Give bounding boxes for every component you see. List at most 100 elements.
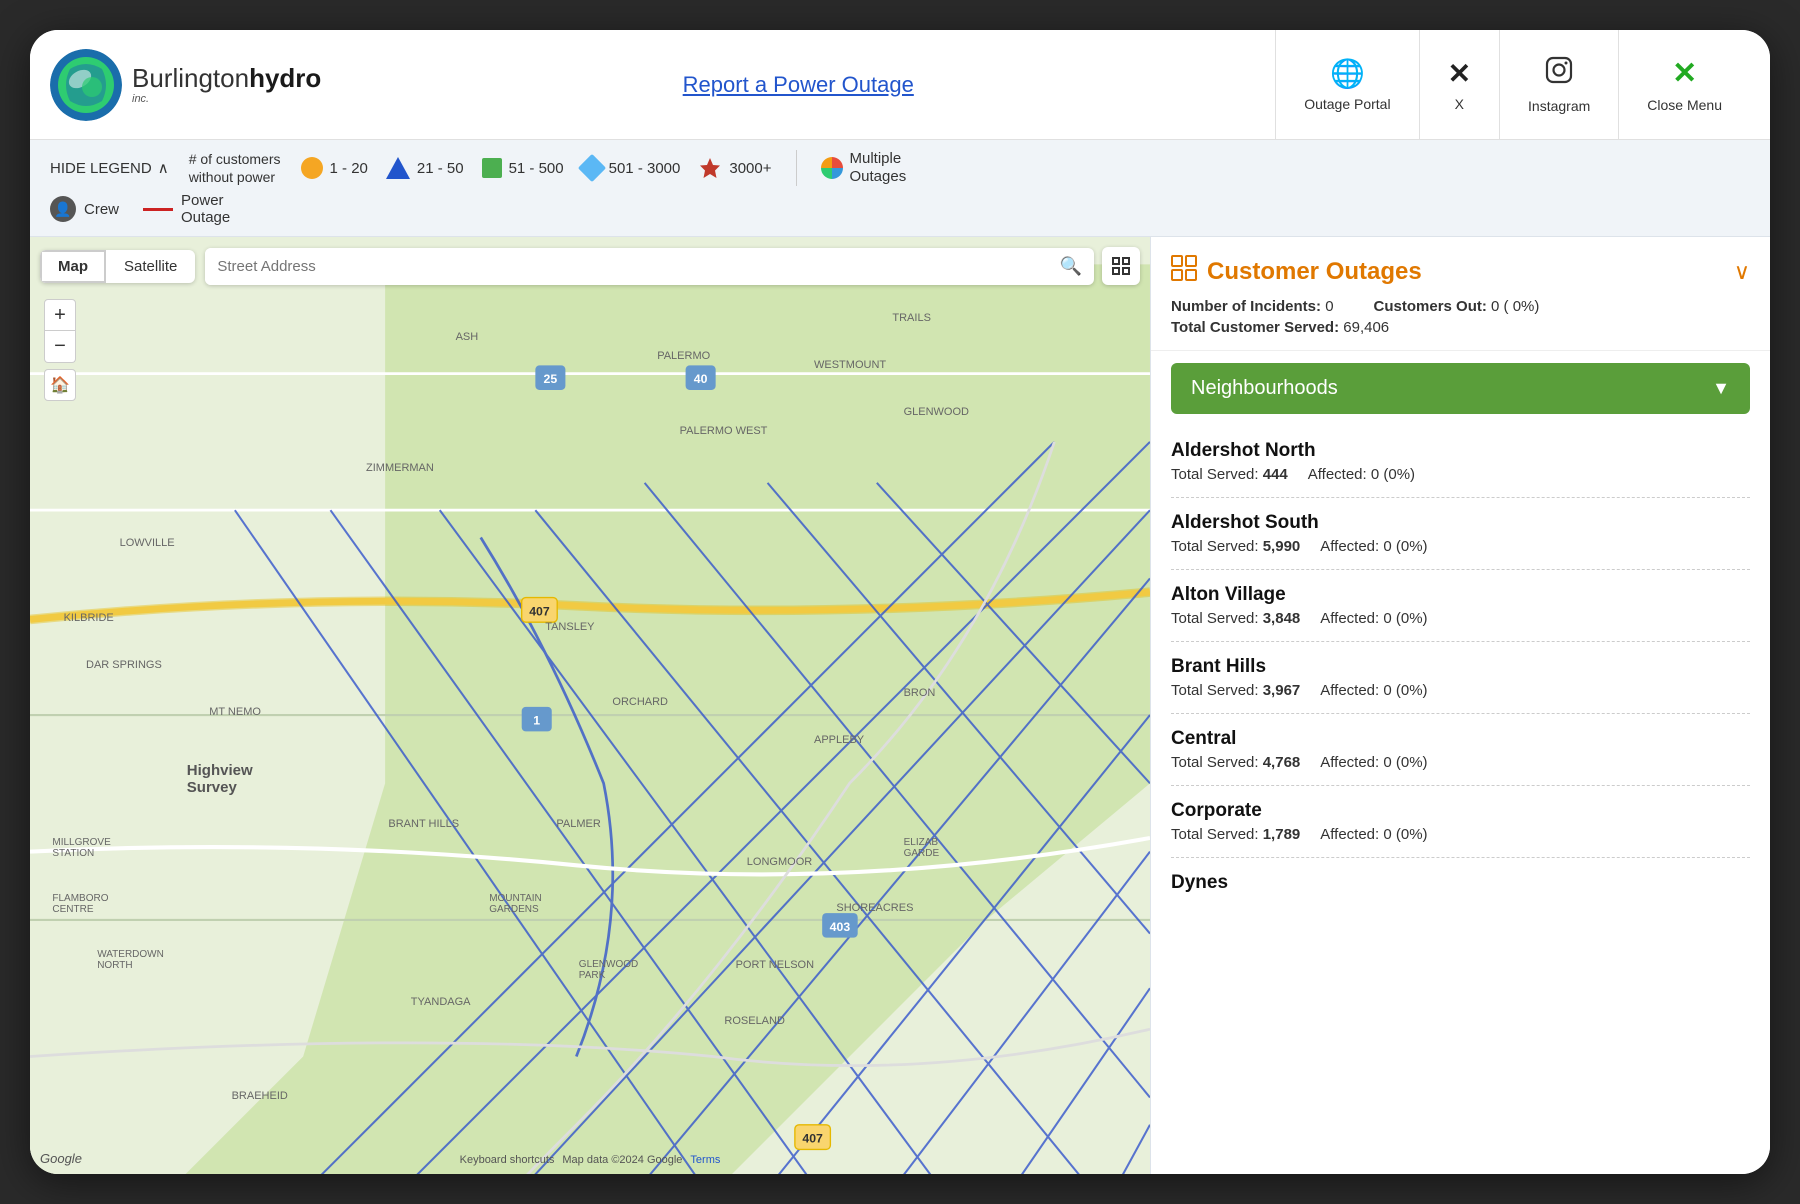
brand-name: Burlingtonhydro [132,64,321,93]
multi-outage-icon [821,157,843,179]
svg-text:403: 403 [830,920,851,934]
legend-power-outage: PowerOutage [143,192,230,226]
hide-legend-label: HIDE LEGEND [50,160,152,177]
affected: Affected: 0 (0%) [1320,538,1427,555]
nav-instagram[interactable]: Instagram [1500,30,1619,139]
globe-icon: 🌐 [1330,57,1365,90]
legend-3000plus: 3000+ [698,156,771,180]
logo [50,49,122,121]
map-type-satellite[interactable]: Satellite [106,250,195,283]
legend-multiple: MultipleOutages [821,150,907,186]
legend-multiple-label: MultipleOutages [850,150,907,186]
panel-title-text: Customer Outages [1207,258,1422,286]
right-panel: Customer Outages ∨ Number of Incidents: … [1150,237,1770,1174]
neighbourhood-name: Aldershot North [1171,440,1750,462]
nav-outage-portal-label: Outage Portal [1304,96,1390,112]
app-frame: Burlingtonhydro inc. Report a Power Outa… [30,30,1770,1174]
hide-legend-button[interactable]: HIDE LEGEND ∧ [50,159,169,177]
panel-grid-icon [1171,255,1197,288]
map-area: 25 40 1 403 407 407 18 ASH TRAILS PALERM… [30,237,1150,1174]
zoom-in-button[interactable]: + [44,299,76,331]
neighbourhood-item-aldershot-south: Aldershot South Total Served: 5,990 Affe… [1171,498,1750,570]
customers-header: # of customerswithout power [189,150,281,186]
neighbourhood-item-alton-village: Alton Village Total Served: 3,848 Affect… [1171,570,1750,642]
total-served: Total Served: 444 [1171,466,1288,483]
nav-instagram-label: Instagram [1528,98,1590,114]
main-content: 25 40 1 403 407 407 18 ASH TRAILS PALERM… [30,237,1770,1174]
affected: Affected: 0 (0%) [1320,610,1427,627]
neighbourhood-stats: Total Served: 4,768 Affected: 0 (0%) [1171,754,1750,771]
legend-21-50-label: 21 - 50 [417,160,464,177]
neighbourhood-item-aldershot-north: Aldershot North Total Served: 444 Affect… [1171,426,1750,498]
header: Burlingtonhydro inc. Report a Power Outa… [30,30,1770,140]
svg-text:407: 407 [802,1132,823,1146]
report-outage-link[interactable]: Report a Power Outage [683,72,914,98]
map-controls-top: Map Satellite 🔍 [40,247,1140,285]
nav-close-menu[interactable]: ✕ Close Menu [1619,30,1750,139]
affected: Affected: 0 (0%) [1320,682,1427,699]
neighbourhood-item-dynes: Dynes [1171,858,1750,912]
legend-divider [796,150,797,186]
neighbourhoods-button[interactable]: Neighbourhoods ▼ [1171,363,1750,414]
crew-icon: 👤 [50,196,76,222]
neighbourhood-name: Alton Village [1171,584,1750,606]
crew-label: Crew [84,201,119,218]
blue-diamond-icon [577,154,605,182]
neighbourhood-stats: Total Served: 1,789 Affected: 0 (0%) [1171,826,1750,843]
map-search-button[interactable]: 🔍 [1048,248,1094,285]
nav-x[interactable]: ✕ X [1420,30,1500,139]
map-search-input[interactable] [205,248,1047,285]
keyboard-shortcuts-label[interactable]: Keyboard shortcuts [460,1154,555,1166]
total-served: Total Served: 3,848 [1171,610,1300,627]
affected: Affected: 0 (0%) [1308,466,1415,483]
map-fullscreen-button[interactable] [1102,247,1140,285]
neighbourhood-name: Aldershot South [1171,512,1750,534]
neighbourhood-stats: Total Served: 3,848 Affected: 0 (0%) [1171,610,1750,627]
map-search-bar: 🔍 [205,248,1094,285]
neighbourhood-item-brant-hills: Brant Hills Total Served: 3,967 Affected… [1171,642,1750,714]
neighbourhoods-button-label: Neighbourhoods [1191,377,1338,400]
header-nav: 🌐 Outage Portal ✕ X Instagram ✕ [1275,30,1750,139]
legend-501-3000-label: 501 - 3000 [609,160,681,177]
total-served-stat: Total Customer Served: 69,406 [1171,319,1389,336]
nav-close-label: Close Menu [1647,97,1722,113]
blue-triangle-icon [386,157,410,179]
svg-text:40: 40 [694,373,708,387]
neighbourhood-list: Aldershot North Total Served: 444 Affect… [1151,426,1770,1174]
map-zoom-controls: + − [44,299,76,363]
affected: Affected: 0 (0%) [1320,754,1427,771]
panel-stats: Number of Incidents: 0 Customers Out: 0 … [1171,298,1750,336]
logo-area: Burlingtonhydro inc. [50,49,321,121]
svg-text:25: 25 [544,373,558,387]
green-square-icon [482,158,502,178]
legend-bar: HIDE LEGEND ∧ # of customerswithout powe… [30,140,1770,237]
chevron-up-icon: ∧ [158,159,169,177]
total-served: Total Served: 5,990 [1171,538,1300,555]
panel-collapse-button[interactable]: ∨ [1734,259,1750,285]
map-terms-link[interactable]: Terms [690,1154,720,1166]
neighbourhood-item-corporate: Corporate Total Served: 1,789 Affected: … [1171,786,1750,858]
power-outage-label: PowerOutage [181,192,230,226]
red-star-icon [698,156,722,180]
neighbourhood-name: Brant Hills [1171,656,1750,678]
legend-crew: 👤 Crew [50,196,119,222]
legend-1-20: 1 - 20 [301,157,368,179]
nav-x-label: X [1455,96,1464,112]
legend-1-20-label: 1 - 20 [330,160,368,177]
legend-51-500: 51 - 500 [482,158,564,178]
total-served: Total Served: 3,967 [1171,682,1300,699]
neighbourhood-stats: Total Served: 444 Affected: 0 (0%) [1171,466,1750,483]
nav-outage-portal[interactable]: 🌐 Outage Portal [1276,30,1419,139]
legend-51-500-label: 51 - 500 [509,160,564,177]
customers-out-stat: Customers Out: 0 ( 0%) [1374,298,1540,315]
panel-title-area: Customer Outages [1171,255,1422,288]
neighbourhood-stats: Total Served: 5,990 Affected: 0 (0%) [1171,538,1750,555]
map-bottom-bar: Keyboard shortcuts Map data ©2024 Google… [460,1154,721,1166]
map-type-map[interactable]: Map [40,250,106,283]
close-menu-icon: ✕ [1672,56,1697,91]
neighbourhood-name: Central [1171,728,1750,750]
affected: Affected: 0 (0%) [1320,826,1427,843]
zoom-out-button[interactable]: − [44,331,76,363]
map-home-button[interactable]: 🏠 [44,369,76,401]
svg-text:407: 407 [529,605,550,619]
